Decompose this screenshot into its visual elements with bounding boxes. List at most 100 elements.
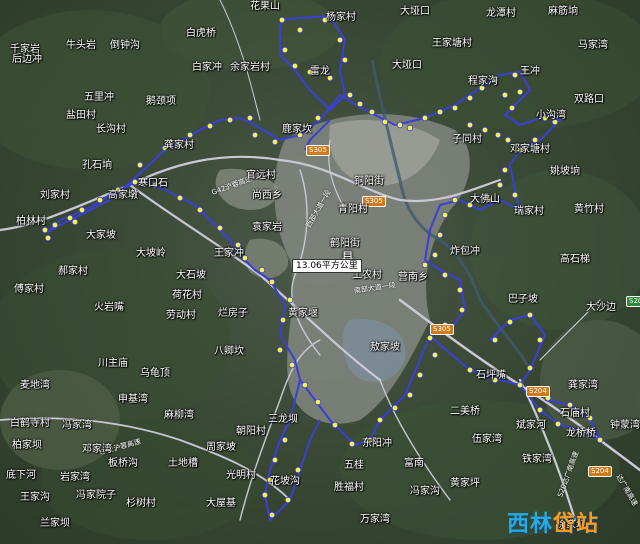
place-label: 三龙坝 xyxy=(268,414,298,425)
place-label: 五里冲 xyxy=(84,92,114,103)
place-label: 柏林村 xyxy=(16,216,46,227)
place-label: 炸包冲 xyxy=(450,246,480,257)
place-label: 子同村 xyxy=(452,134,482,145)
place-label: 大家坡 xyxy=(86,230,116,241)
place-label: 王家塘村 xyxy=(432,38,472,49)
place-label: 杉树村 xyxy=(126,498,156,509)
road-shield-s204-c: S204 xyxy=(588,466,612,477)
place-label: 高石梯 xyxy=(560,254,590,265)
area-label: 13.06平方公里 xyxy=(292,259,362,273)
place-label: 斌家河 xyxy=(516,420,546,431)
place-label: 营南乡 xyxy=(398,272,428,283)
place-label: 傅家村 xyxy=(14,284,44,295)
place-label: 申基湾 xyxy=(118,394,148,405)
place-label: 冯家院子 xyxy=(76,490,116,501)
place-label: 劳动村 xyxy=(166,310,196,321)
place-label: 周家坡 xyxy=(206,442,236,453)
place-label: 邓家湾 xyxy=(82,444,112,455)
place-label: 青阳村 xyxy=(338,204,368,215)
road-shield-s204-a: S204 xyxy=(526,386,550,397)
place-label: 尚西乡 xyxy=(252,190,282,201)
place-label: 雷龙 xyxy=(310,66,330,77)
place-label: 兰家坝 xyxy=(40,518,70,529)
watermark-left: 西林 xyxy=(507,512,554,537)
place-label: 余家岩村 xyxy=(230,62,270,73)
place-label: 伍家湾 xyxy=(472,434,502,445)
place-label: 底下河 xyxy=(6,470,36,481)
place-label: 盐田村 xyxy=(66,110,96,121)
place-label: 大垭口 xyxy=(392,60,422,71)
place-label: 敖家坡 xyxy=(370,342,400,353)
place-label: 官远村 xyxy=(246,170,276,181)
place-label: 鹿家坎 xyxy=(282,124,312,135)
place-label: 光明村 xyxy=(226,470,256,481)
place-label: 鹅颈项 xyxy=(146,96,176,107)
place-label: 五桂 xyxy=(344,460,364,471)
place-label: 龙桥桥 xyxy=(566,428,596,439)
place-label: 高家墩 xyxy=(108,190,138,201)
place-label: 冯家沟 xyxy=(410,486,440,497)
place-label: 土地槽 xyxy=(168,458,198,469)
place-label: 马家湾 xyxy=(578,40,608,51)
place-label: 冯家湾 xyxy=(62,420,92,431)
place-label: 邓家塘村 xyxy=(510,144,550,155)
road-shield-s305-a: S305 xyxy=(306,145,330,156)
place-label: 荷花村 xyxy=(172,290,202,301)
place-label: 万家湾 xyxy=(360,514,390,525)
watermark-right: 岱站 xyxy=(553,512,600,537)
place-label: 白家冲 xyxy=(192,62,222,73)
place-label: 大沙边 xyxy=(586,302,616,313)
place-label: 石坪嘴 xyxy=(476,370,506,381)
place-label: 袁家岩 xyxy=(252,222,282,233)
place-label: 小沟湾 xyxy=(536,110,566,121)
place-label: 瑞家村 xyxy=(514,206,544,217)
place-label: 麦地湾 xyxy=(20,380,50,391)
road-shield-s204-b: S204 xyxy=(626,296,640,307)
place-label: 倒钟沟 xyxy=(110,40,140,51)
place-label: 程家沟 xyxy=(468,76,498,87)
place-label: 大石坡 xyxy=(176,270,206,281)
place-label: 孔石垧 xyxy=(82,160,112,171)
place-label: 烂房子 xyxy=(218,308,248,319)
place-label: 龚家村 xyxy=(164,140,194,151)
place-label: 白虎桥 xyxy=(186,28,216,39)
place-label: 黄家坪 xyxy=(450,478,480,489)
place-label: 黄家堰 xyxy=(288,308,318,319)
road-shield-s305-c: S305 xyxy=(430,324,454,335)
place-label: 钟蒙湾 xyxy=(610,420,640,431)
place-label: 胜福村 xyxy=(334,482,364,493)
place-label: 双路口 xyxy=(574,94,604,105)
satellite-map[interactable]: S305 S305 南部大道一段 G42沪蓉高速 S305 西部大道一段 S20… xyxy=(0,0,640,544)
place-label: 岩家湾 xyxy=(60,472,90,483)
place-label: 铁家湾 xyxy=(522,454,552,465)
place-label: 郝家村 xyxy=(58,266,88,277)
site-watermark-logo: 西林岱站 xyxy=(507,506,599,538)
place-label: 长沟村 xyxy=(96,124,126,135)
place-label: 朝阳村 xyxy=(236,426,266,437)
place-label: 大佛山 xyxy=(470,194,500,205)
place-label: 川主庙 xyxy=(98,358,128,369)
place-label: 姚坡垧 xyxy=(550,166,580,177)
place-label: 龚家湾 xyxy=(568,380,598,391)
place-label: 大垭口 xyxy=(400,6,430,17)
place-label: 王冲 xyxy=(520,66,540,77)
place-label: 东阳冲 xyxy=(362,438,392,449)
place-label: 寒口石 xyxy=(138,178,168,189)
place-label: 柏家坝 xyxy=(12,440,42,451)
place-label: 二美桥 xyxy=(450,406,480,417)
place-label: 八卿坎 xyxy=(214,346,244,357)
place-label: 王家沟 xyxy=(20,492,50,503)
place-label: 大屋基 xyxy=(206,498,236,509)
place-label: 龙潭村 xyxy=(486,8,516,19)
place-label: 火岩嘴 xyxy=(94,302,124,313)
place-label: 铜阳街 xyxy=(354,176,384,187)
place-label: 后边冲 xyxy=(12,54,42,65)
place-label: 麻柳湾 xyxy=(164,410,194,421)
place-label: 板桥沟 xyxy=(108,458,138,469)
place-label: 乌龟顶 xyxy=(140,368,170,379)
place-label: 牛头岩 xyxy=(66,40,96,51)
place-label: 花坡沟 xyxy=(270,476,300,487)
place-label: 麻筋垧 xyxy=(548,6,578,17)
place-label: 花果山 xyxy=(250,1,280,12)
place-label: 杨家村 xyxy=(326,12,356,23)
